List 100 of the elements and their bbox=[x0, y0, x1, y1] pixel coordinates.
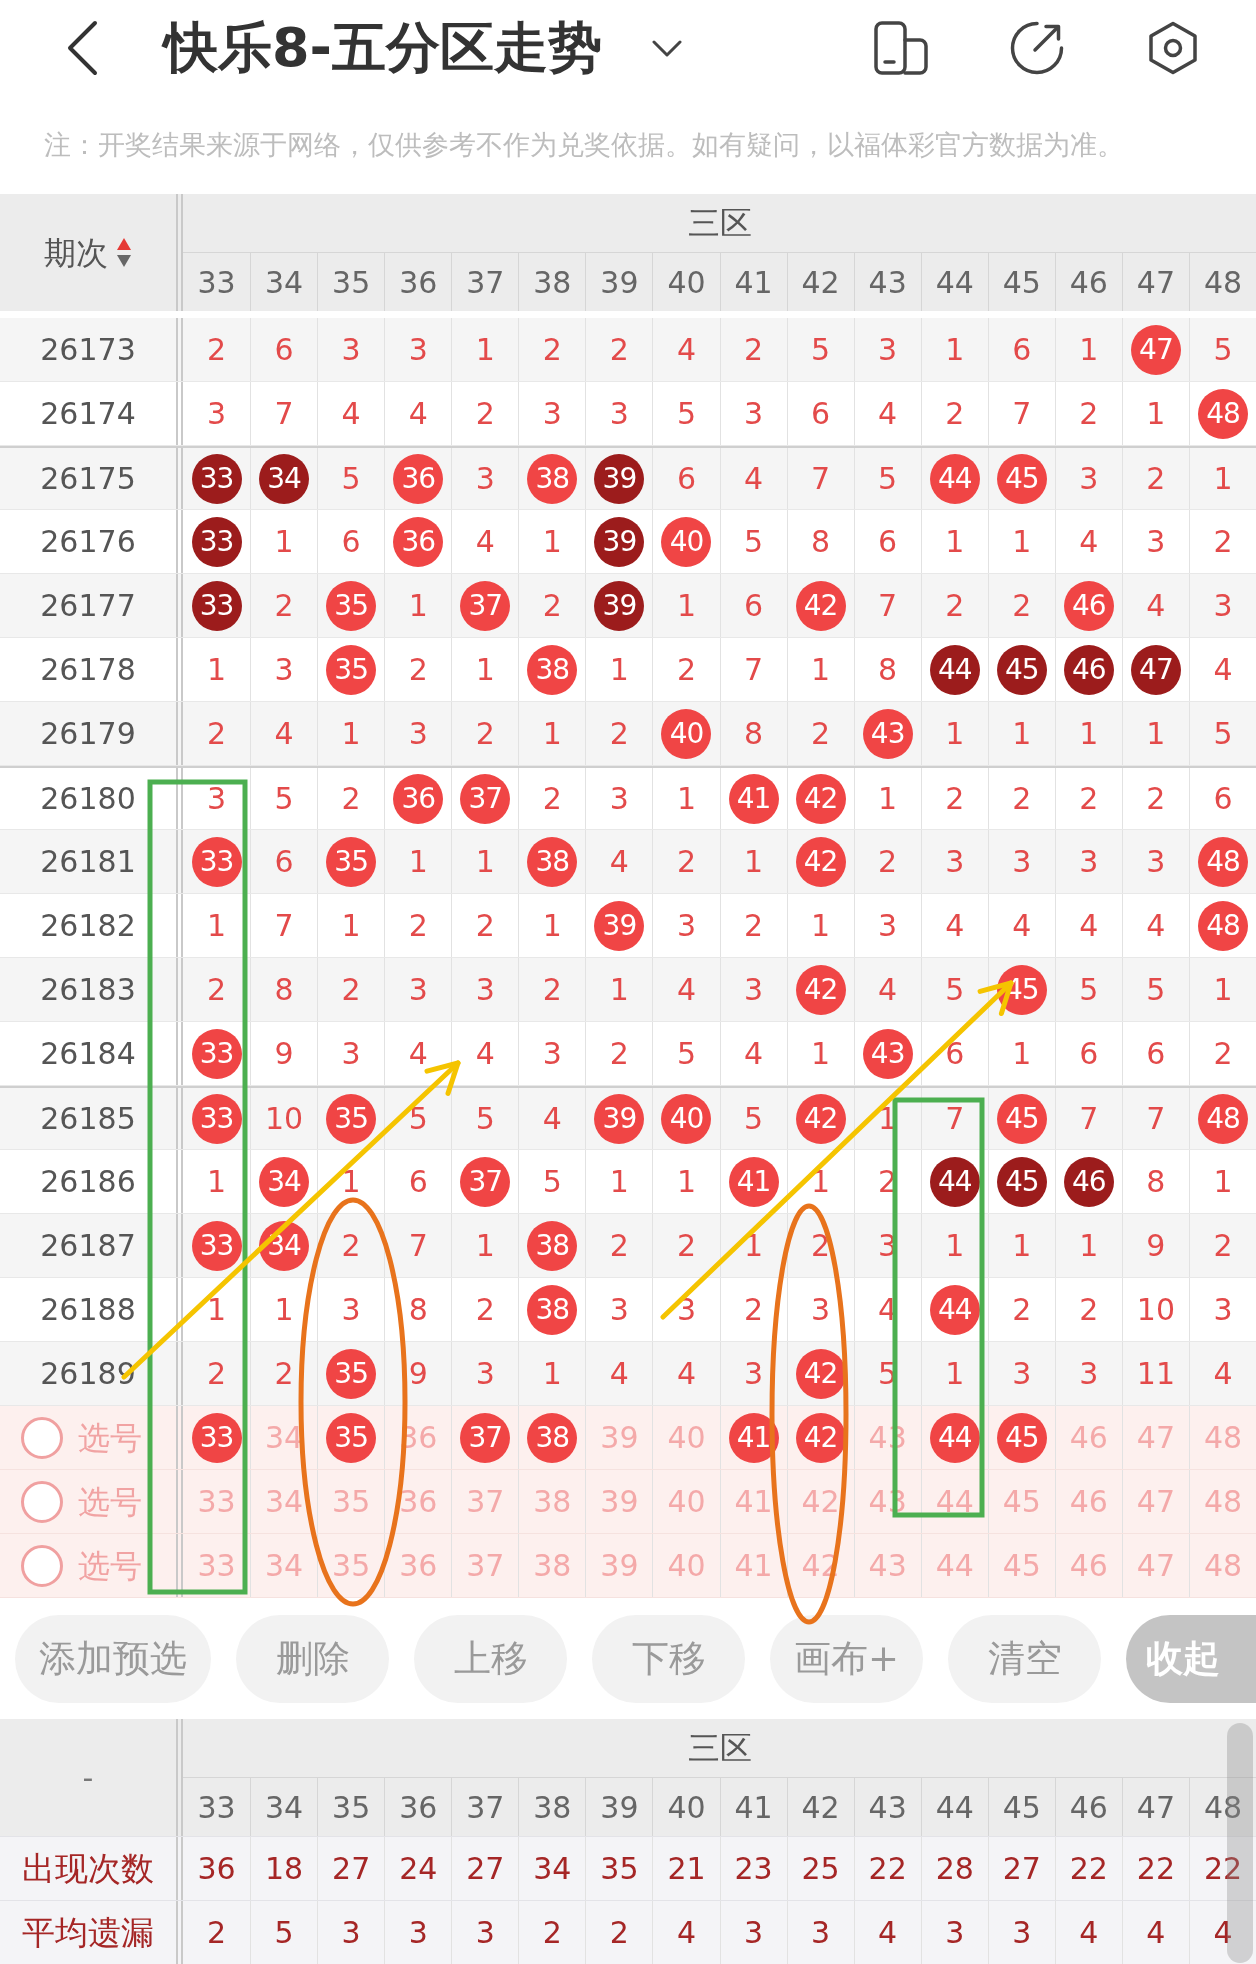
move-down-button[interactable]: 下移 bbox=[592, 1614, 745, 1703]
number-option[interactable]: 47 bbox=[1136, 1479, 1175, 1524]
number-option[interactable]: 48 bbox=[1203, 1543, 1243, 1588]
number-ball[interactable]: 44 bbox=[929, 1412, 980, 1463]
stat-value: 3 bbox=[744, 1914, 764, 1952]
number-option[interactable]: 41 bbox=[734, 1479, 773, 1524]
clear-button[interactable]: 清空 bbox=[948, 1614, 1101, 1703]
miss-count: 1 bbox=[676, 1163, 696, 1201]
miss-count: 3 bbox=[1213, 587, 1233, 625]
number-option[interactable]: 37 bbox=[466, 1543, 505, 1588]
back-icon[interactable] bbox=[66, 20, 98, 76]
delete-button[interactable]: 删除 bbox=[236, 1614, 389, 1703]
number-option[interactable]: 40 bbox=[667, 1415, 706, 1460]
miss-count: 4 bbox=[341, 395, 361, 433]
settings-icon[interactable] bbox=[1146, 21, 1200, 75]
number-option[interactable]: 40 bbox=[667, 1543, 706, 1588]
number-ball: 46 bbox=[1063, 1156, 1114, 1207]
number-option[interactable]: 42 bbox=[801, 1479, 840, 1524]
number-option[interactable]: 34 bbox=[265, 1543, 304, 1588]
miss-count: 1 bbox=[609, 651, 629, 689]
number-option[interactable]: 44 bbox=[935, 1543, 974, 1588]
number-option[interactable]: 37 bbox=[466, 1479, 505, 1524]
number-option[interactable]: 33 bbox=[197, 1479, 236, 1524]
column-header: 48 bbox=[1203, 1788, 1243, 1827]
number-option[interactable]: 47 bbox=[1136, 1543, 1175, 1588]
number-option[interactable]: 35 bbox=[332, 1543, 371, 1588]
number-option[interactable]: 38 bbox=[533, 1479, 572, 1524]
number-option[interactable]: 38 bbox=[533, 1543, 572, 1588]
stat-value: 36 bbox=[197, 1850, 236, 1888]
chevron-down-icon[interactable] bbox=[652, 39, 682, 57]
column-header: 40 bbox=[667, 263, 706, 302]
miss-count: 7 bbox=[945, 1100, 965, 1138]
number-ball: 38 bbox=[527, 453, 578, 504]
number-option[interactable]: 46 bbox=[1069, 1479, 1108, 1524]
number-ball[interactable]: 42 bbox=[795, 1412, 846, 1463]
miss-count: 3 bbox=[475, 971, 495, 1009]
radio-button[interactable] bbox=[20, 1415, 64, 1460]
number-option[interactable]: 39 bbox=[600, 1543, 639, 1588]
number-option[interactable]: 44 bbox=[935, 1479, 974, 1524]
number-option[interactable]: 33 bbox=[197, 1543, 236, 1588]
number-option[interactable]: 45 bbox=[1002, 1543, 1041, 1588]
number-option[interactable]: 43 bbox=[868, 1543, 907, 1588]
number-option[interactable]: 45 bbox=[1002, 1479, 1041, 1524]
number-option[interactable]: 41 bbox=[734, 1543, 773, 1588]
move-up-button[interactable]: 上移 bbox=[414, 1614, 567, 1703]
share-icon[interactable] bbox=[1010, 21, 1064, 75]
pick-label: 选号 bbox=[78, 1545, 142, 1587]
number-ball: 33 bbox=[191, 580, 242, 631]
period-number: 26189 bbox=[40, 1355, 136, 1393]
number-ball: 35 bbox=[326, 644, 377, 695]
column-header: 47 bbox=[1136, 1788, 1175, 1827]
collapse-button[interactable]: 收起 bbox=[1126, 1614, 1256, 1703]
radio-button[interactable] bbox=[20, 1479, 64, 1524]
number-ball: 45 bbox=[996, 644, 1047, 695]
number-ball[interactable]: 33 bbox=[191, 1412, 242, 1463]
number-option[interactable]: 36 bbox=[399, 1479, 438, 1524]
number-ball: 47 bbox=[1130, 324, 1181, 375]
number-option[interactable]: 36 bbox=[399, 1543, 438, 1588]
number-option[interactable]: 39 bbox=[600, 1479, 639, 1524]
canvas-button[interactable]: 画布+ bbox=[770, 1614, 923, 1703]
number-ball: 39 bbox=[594, 580, 645, 631]
corner-label: - bbox=[82, 1759, 94, 1797]
miss-count: 2 bbox=[1213, 523, 1233, 561]
miss-count: 11 bbox=[1136, 1355, 1175, 1393]
number-ball[interactable]: 45 bbox=[996, 1412, 1047, 1463]
column-header: 35 bbox=[332, 263, 371, 302]
number-option[interactable]: 40 bbox=[667, 1479, 706, 1524]
miss-count: 3 bbox=[1012, 1355, 1032, 1393]
miss-count: 4 bbox=[475, 1035, 495, 1073]
number-ball[interactable]: 38 bbox=[527, 1412, 578, 1463]
stat-value: 3 bbox=[475, 1914, 495, 1952]
number-ball: 48 bbox=[1197, 836, 1248, 887]
column-header: 38 bbox=[533, 263, 572, 302]
column-header: 40 bbox=[667, 1788, 706, 1827]
add-preselection-button[interactable]: 添加预选 bbox=[15, 1614, 211, 1703]
miss-count: 5 bbox=[744, 523, 764, 561]
number-option[interactable]: 39 bbox=[600, 1415, 639, 1460]
stat-value: 22 bbox=[1136, 1850, 1175, 1888]
period-number: 26174 bbox=[40, 395, 136, 433]
miss-count: 1 bbox=[408, 843, 428, 881]
number-ball[interactable]: 37 bbox=[460, 1412, 511, 1463]
miss-count: 4 bbox=[945, 907, 965, 945]
miss-count: 1 bbox=[811, 907, 831, 945]
number-ball: 42 bbox=[795, 580, 846, 631]
number-ball[interactable]: 35 bbox=[326, 1412, 377, 1463]
devices-icon[interactable] bbox=[874, 21, 928, 75]
radio-button[interactable] bbox=[20, 1543, 64, 1588]
number-option[interactable]: 46 bbox=[1069, 1543, 1108, 1588]
miss-count: 3 bbox=[744, 971, 764, 1009]
number-option[interactable]: 47 bbox=[1136, 1415, 1175, 1460]
miss-count: 1 bbox=[609, 1163, 629, 1201]
miss-count: 3 bbox=[475, 1355, 495, 1393]
sort-icon[interactable] bbox=[116, 236, 132, 269]
miss-count: 6 bbox=[1213, 780, 1233, 818]
number-option[interactable]: 34 bbox=[265, 1479, 304, 1524]
number-ball: 33 bbox=[191, 1220, 242, 1271]
number-option[interactable]: 48 bbox=[1203, 1479, 1243, 1524]
number-option[interactable]: 48 bbox=[1203, 1415, 1243, 1460]
number-option[interactable]: 35 bbox=[332, 1479, 371, 1524]
number-option[interactable]: 46 bbox=[1069, 1415, 1108, 1460]
